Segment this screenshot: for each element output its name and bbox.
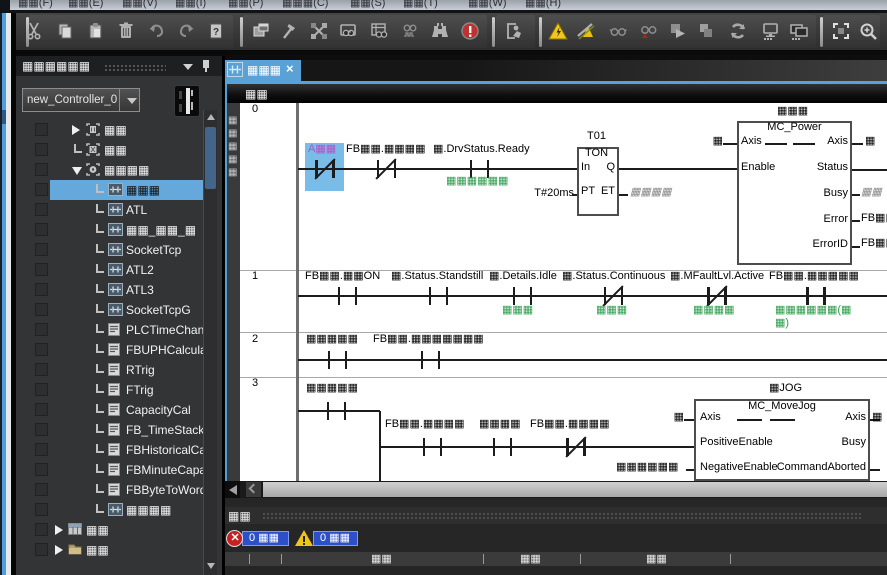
svg-text:?: ?	[213, 27, 219, 38]
